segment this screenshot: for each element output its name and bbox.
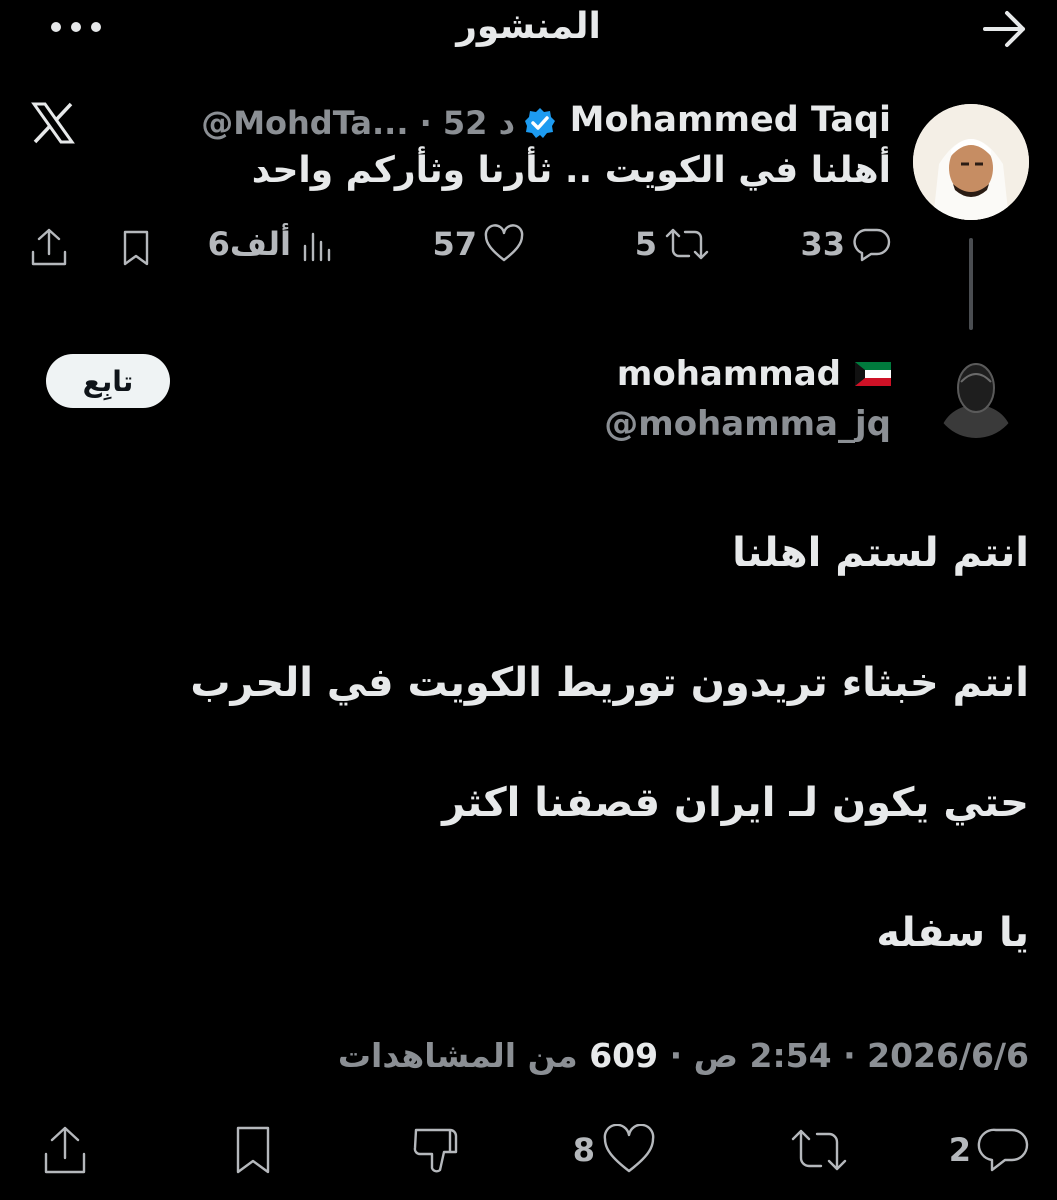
bookmark-icon[interactable] <box>228 1124 278 1176</box>
dislike-icon[interactable] <box>410 1124 466 1178</box>
bookmark-icon[interactable] <box>116 228 156 268</box>
reply-text-line: يا سفله <box>876 910 1029 956</box>
views-icon <box>297 224 337 264</box>
reply-author-name-row[interactable]: mohammad <box>617 354 891 394</box>
reply-author-name[interactable]: mohammad <box>617 354 841 394</box>
share-icon[interactable] <box>40 1124 90 1178</box>
views-label: من المشاهدات <box>337 1036 590 1075</box>
parent-author-avatar[interactable] <box>913 104 1029 220</box>
x-logo-icon <box>30 100 76 146</box>
parent-reply-action[interactable]: 33 <box>800 224 891 264</box>
reply-icon <box>977 1124 1031 1176</box>
parent-views-action[interactable]: 6ألف <box>208 224 337 264</box>
parent-retweet-action[interactable]: 5 <box>635 224 711 264</box>
parent-handle[interactable]: @MohdTa... <box>201 104 408 142</box>
meta-separator: · <box>419 104 432 142</box>
parent-views-count: 6ألف <box>207 225 291 263</box>
parent-retweet-count: 5 <box>634 225 657 263</box>
reply-author-avatar[interactable] <box>933 352 1019 438</box>
reply-like-action[interactable]: 8 <box>573 1124 657 1176</box>
parent-tweet-text: أهلنا في الكويت .. ثأرنا وثأركم واحد <box>251 150 891 191</box>
parent-meta: @MohdTa... · 52 د <box>201 104 515 142</box>
back-arrow-icon[interactable] <box>979 6 1029 52</box>
reply-author-handle[interactable]: @mohamma_jq <box>604 404 891 444</box>
thread-connector-line <box>969 238 973 330</box>
reply-text-line: انتم لستم اهلنا <box>732 530 1029 576</box>
parent-age: 52 د <box>442 104 515 142</box>
more-options-icon[interactable] <box>48 12 104 42</box>
reply-text-line: انتم خبثاء تريدون توريط الكويت في الحرب <box>190 660 1029 706</box>
reply-text-line: حتي يكون لـ ايران قصفنا اكثر <box>442 780 1029 826</box>
heart-icon <box>483 224 525 264</box>
retweet-icon[interactable] <box>789 1124 849 1176</box>
parent-like-action[interactable]: 57 <box>432 224 525 264</box>
views-count: 609 <box>589 1036 659 1075</box>
heart-icon <box>601 1124 657 1176</box>
parent-reply-count: 33 <box>800 225 845 263</box>
timestamp-text: 2026/6/6 · 2:54 ص · <box>658 1036 1029 1075</box>
page-title: المنشور <box>456 6 601 47</box>
follow-button[interactable]: تابِع <box>46 354 170 408</box>
reply-reply-action[interactable]: 2 <box>949 1124 1031 1176</box>
post-timestamp: 2026/6/6 · 2:54 ص · 609 من المشاهدات <box>338 1036 1029 1075</box>
reply-reply-count: 2 <box>948 1131 971 1169</box>
verified-badge-icon <box>523 106 557 140</box>
parent-author-name[interactable]: Mohammed Taqi <box>570 100 891 140</box>
retweet-icon <box>663 224 711 264</box>
parent-like-count: 57 <box>432 225 477 263</box>
share-icon[interactable] <box>28 226 70 270</box>
reply-like-count: 8 <box>572 1131 595 1169</box>
reply-icon <box>851 224 891 264</box>
kuwait-flag-icon <box>855 362 891 386</box>
